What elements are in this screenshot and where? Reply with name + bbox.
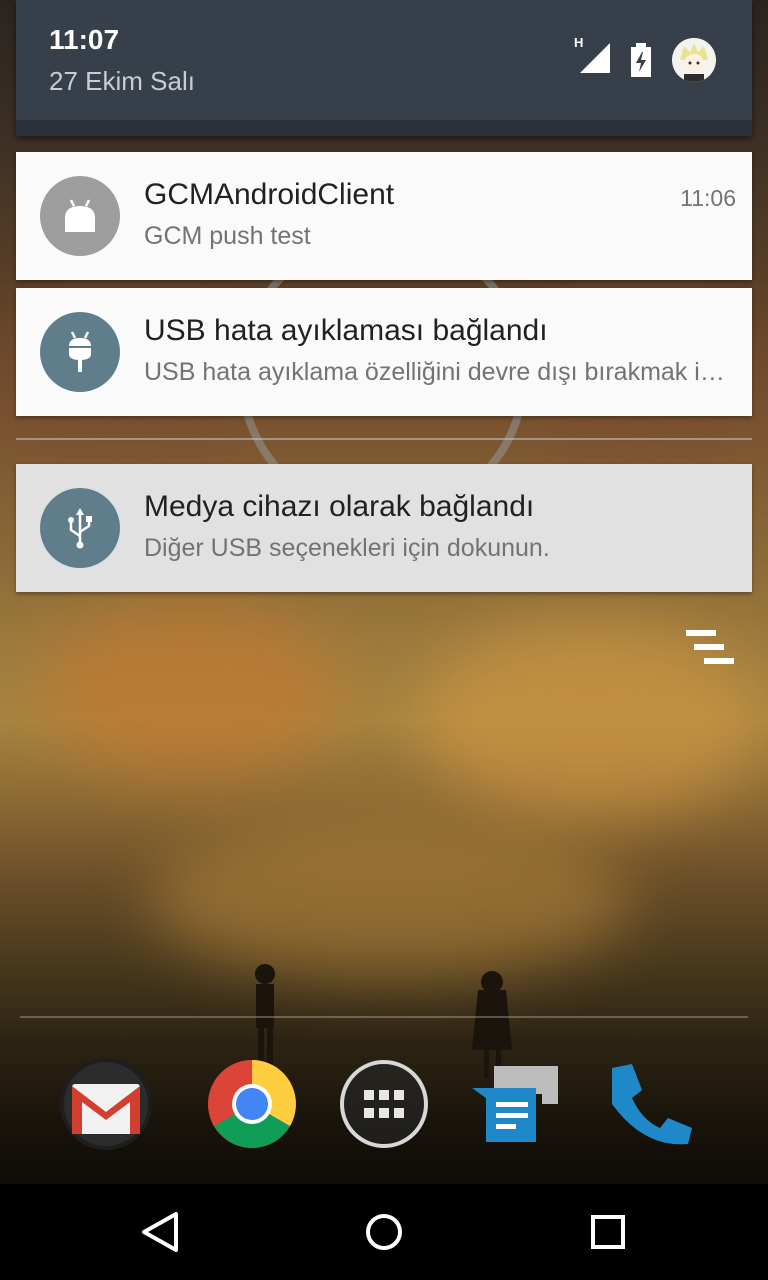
chrome-icon[interactable] — [206, 1058, 298, 1150]
divider — [16, 438, 752, 440]
home-icon[interactable] — [360, 1208, 408, 1256]
date: 27 Ekim Salı — [49, 66, 195, 96]
notification-card[interactable]: Medya cihazı olarak bağlandı Diğer USB s… — [16, 464, 752, 592]
clock: 11:07 — [49, 24, 120, 55]
messenger-icon[interactable] — [472, 1058, 564, 1150]
screen: 11:07 27 Ekim Salı H GCMAndroidClient GC… — [0, 0, 768, 1280]
notification-title: GCMAndroidClient — [144, 178, 395, 211]
battery-charging-icon — [630, 43, 652, 77]
phone-icon[interactable] — [604, 1058, 696, 1150]
dismiss-all-icon[interactable] — [686, 630, 736, 668]
notification-text: Diğer USB seçenekleri için dokunun. — [144, 534, 550, 562]
notification-time: 11:06 — [680, 185, 736, 211]
dock-divider — [20, 1016, 748, 1018]
status-icons: H — [574, 35, 716, 82]
notification-title: USB hata ayıklaması bağlandı — [144, 314, 548, 347]
notification-shade-header[interactable]: 11:07 27 Ekim Salı H — [16, 0, 752, 136]
gmail-icon[interactable] — [60, 1058, 152, 1150]
usb-icon — [40, 488, 120, 568]
notification-text: GCM push test — [144, 222, 311, 250]
android-icon — [40, 176, 120, 256]
notification-text: USB hata ayıklama özelliğini devre dışı … — [144, 358, 728, 386]
notification-title: Medya cihazı olarak bağlandı — [144, 490, 535, 523]
android-debug-icon — [40, 312, 120, 392]
back-icon[interactable] — [136, 1208, 184, 1256]
recents-icon[interactable] — [584, 1208, 632, 1256]
app-drawer-icon[interactable] — [338, 1058, 430, 1150]
navigation-bar — [0, 1184, 768, 1280]
user-avatar[interactable] — [672, 38, 716, 82]
notification-card[interactable]: USB hata ayıklaması bağlandı USB hata ay… — [16, 288, 752, 416]
signal-icon: H — [574, 35, 610, 77]
shade-bottom-strip — [16, 120, 752, 136]
network-type-label: H — [574, 35, 584, 50]
notification-card[interactable]: GCMAndroidClient GCM push test 11:06 — [16, 152, 752, 280]
